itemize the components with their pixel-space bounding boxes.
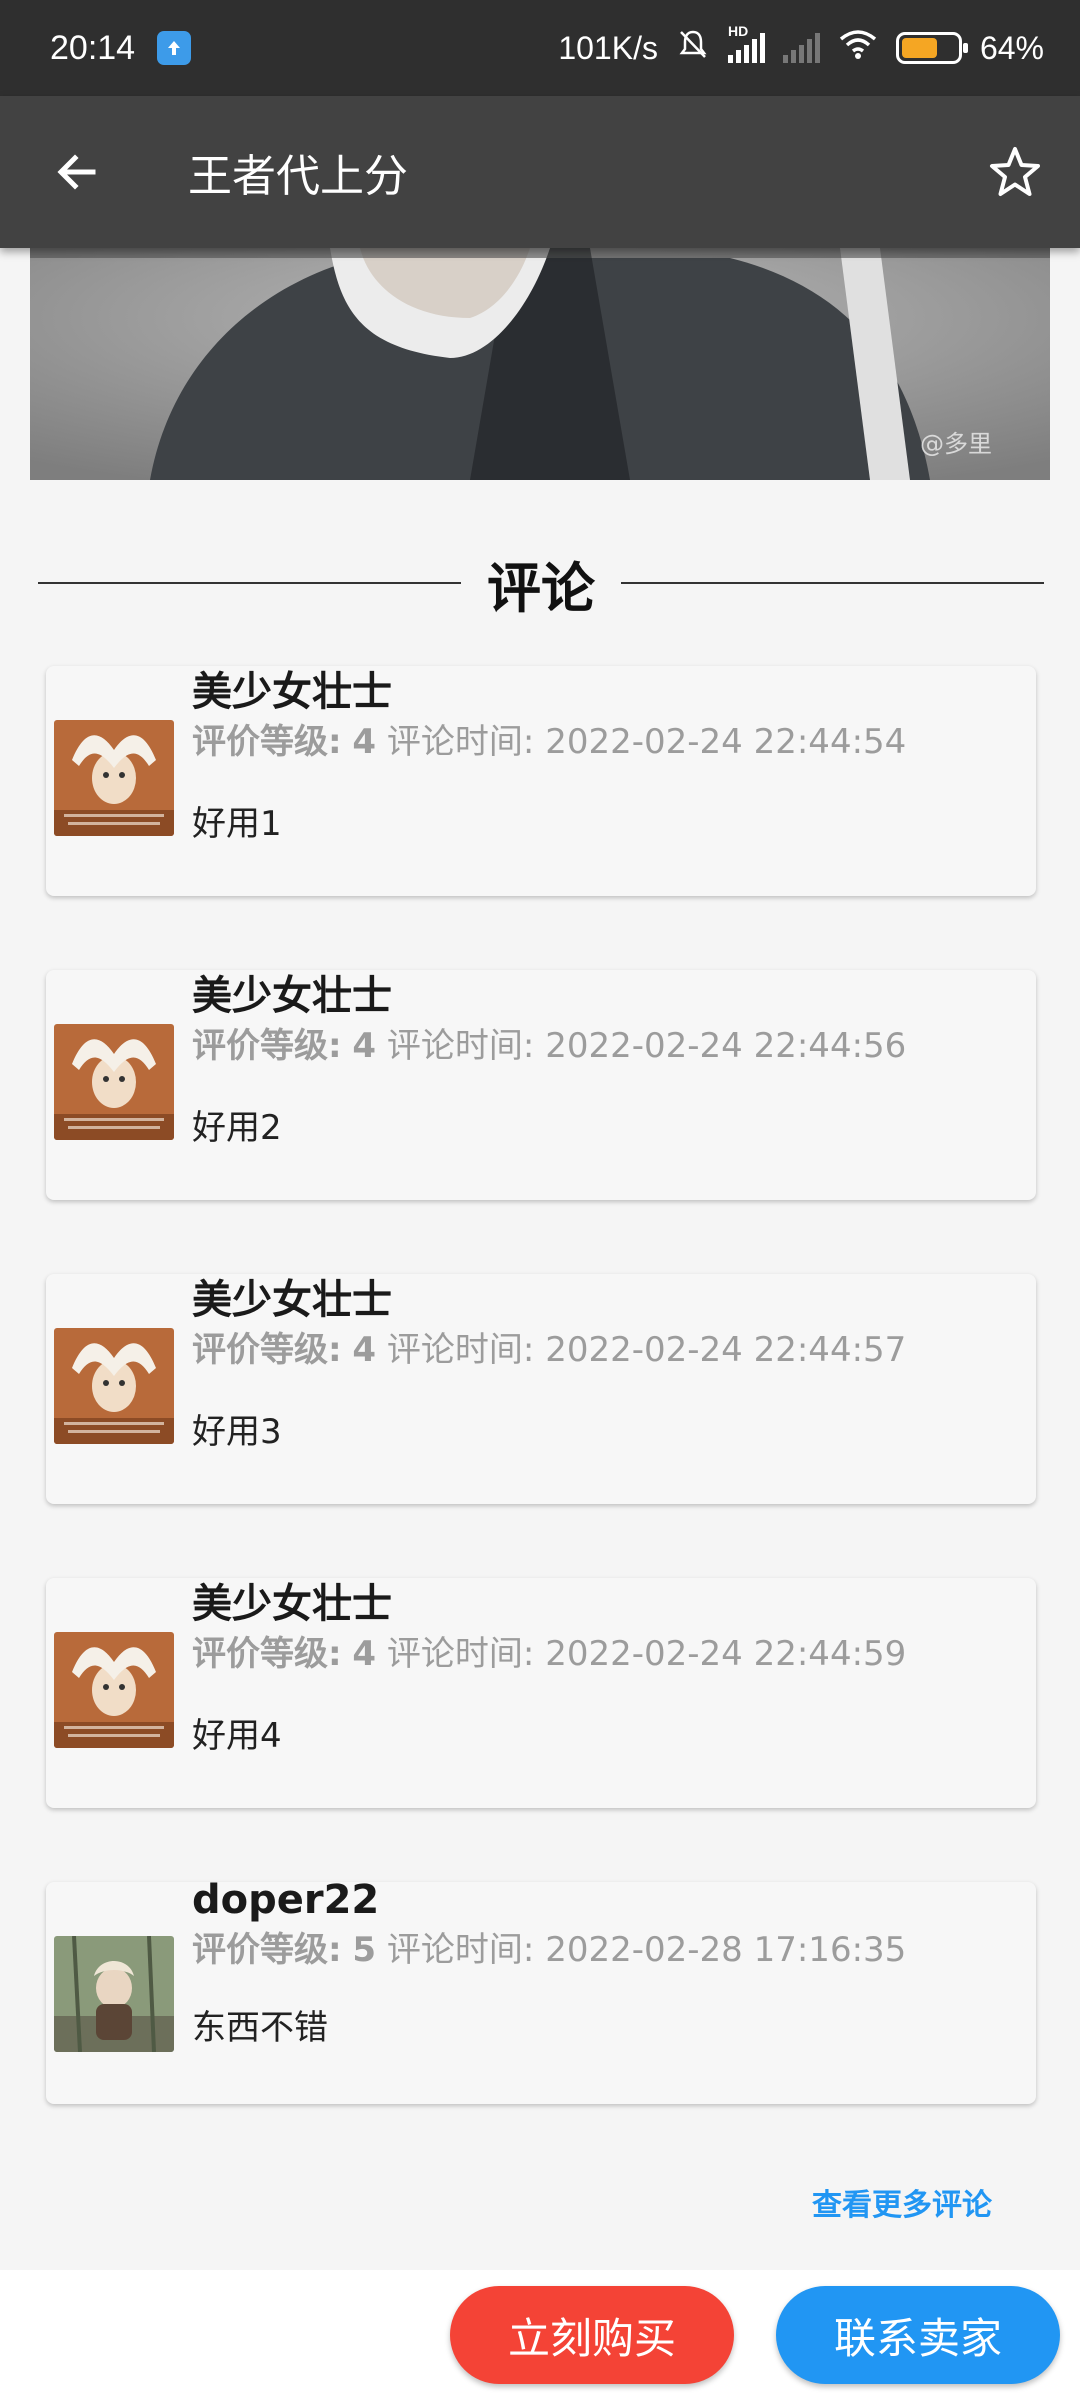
rating-label: 评价等级: [192, 722, 342, 762]
network-type-label: HD [727, 23, 749, 39]
rating-label: 评价等级: [192, 1634, 342, 1674]
comments-section-heading: 评论 [38, 548, 1044, 620]
rating-value: 5 [352, 1930, 377, 1970]
comment-text: 好用4 [192, 1716, 282, 1756]
comment-card: 美少女壮士 评价等级: 4 评论时间: 2022-02-24 22:44:57 好用… [46, 1274, 1036, 1504]
rating-value: 4 [352, 1634, 377, 1674]
product-image: @多里 [30, 248, 1050, 480]
mute-bell-icon [676, 27, 710, 69]
avatar [54, 1936, 174, 2052]
view-more-comments-link[interactable]: 查看更多评论 [812, 2180, 992, 2224]
buy-now-button[interactable]: 立刻购买 [450, 2286, 734, 2384]
comment-text: 好用1 [192, 804, 282, 844]
rating-value: 4 [352, 1026, 377, 1066]
comment-username: doper22 [192, 1877, 380, 1923]
favorite-button[interactable] [970, 127, 1060, 217]
app-bar: 王者代上分 [0, 96, 1080, 248]
battery-percent: 64% [979, 29, 1044, 66]
comment-text: 东西不错 [192, 2008, 328, 2048]
comment-text: 好用3 [192, 1412, 282, 1452]
comment-card: 美少女壮士 评价等级: 4 评论时间: 2022-02-24 22:44:59 好用… [46, 1578, 1036, 1808]
arrow-back-icon [57, 154, 96, 190]
comment-meta: 评价等级: 5 评论时间: 2022-02-28 17:16:35 [192, 1926, 1016, 1974]
comment-time: 2022-02-28 17:16:35 [545, 1930, 907, 1970]
avatar [54, 720, 174, 836]
comment-card: doper22 评价等级: 5 评论时间: 2022-02-28 17:16:35… [46, 1877, 1036, 2104]
comment-time: 2022-02-24 22:44:57 [545, 1330, 907, 1370]
network-speed: 101K/s [558, 29, 658, 66]
time-label: 评论时间: [386, 1634, 535, 1674]
comment-time: 2022-02-24 22:44:56 [545, 1026, 907, 1066]
rating-value: 4 [352, 1330, 377, 1370]
signal-dim-icon [782, 33, 820, 63]
comment-username: 美少女壮士 [192, 1277, 392, 1323]
avatar [54, 1328, 174, 1444]
comment-card: 美少女壮士 评价等级: 4 评论时间: 2022-02-24 22:44:56 好用… [46, 970, 1036, 1200]
svg-text:@多里: @多里 [920, 430, 992, 458]
upload-app-icon [157, 31, 192, 65]
rating-label: 评价等级: [192, 1930, 342, 1970]
time-label: 评论时间: [386, 1930, 535, 1970]
page-title: 王者代上分 [188, 151, 408, 202]
battery-icon [895, 32, 968, 64]
comment-time: 2022-02-24 22:44:59 [545, 1634, 907, 1674]
time-label: 评论时间: [386, 1026, 535, 1066]
rating-label: 评价等级: [192, 1330, 342, 1370]
status-time: 20:14 [50, 28, 136, 67]
status-bar: 20:14 101K/s HD 64% [0, 0, 1080, 96]
signal-icon: HD [727, 23, 765, 63]
comment-card: 美少女壮士 评价等级: 4 评论时间: 2022-02-24 22:44:54 好用… [46, 666, 1036, 896]
avatar [54, 1632, 174, 1748]
comment-username: 美少女壮士 [192, 1581, 392, 1627]
rating-label: 评价等级: [192, 1026, 342, 1066]
comment-meta: 评价等级: 4 评论时间: 2022-02-24 22:44:57 [192, 1326, 1016, 1374]
comment-meta: 评价等级: 4 评论时间: 2022-02-24 22:44:59 [192, 1630, 1016, 1678]
comment-meta: 评价等级: 4 评论时间: 2022-02-24 22:44:56 [192, 1022, 1016, 1070]
time-label: 评论时间: [386, 1330, 535, 1370]
comment-meta: 评价等级: 4 评论时间: 2022-02-24 22:44:54 [192, 718, 1016, 766]
wifi-icon [838, 28, 878, 68]
time-label: 评论时间: [386, 722, 535, 762]
contact-seller-button[interactable]: 联系卖家 [776, 2286, 1060, 2384]
comment-time: 2022-02-24 22:44:54 [545, 722, 907, 762]
divider-left [38, 582, 461, 584]
comment-username: 美少女壮士 [192, 669, 392, 715]
back-button[interactable] [32, 127, 122, 217]
comment-text: 好用2 [192, 1108, 282, 1148]
comments-title: 评论 [487, 556, 595, 620]
comment-username: 美少女壮士 [192, 973, 392, 1019]
rating-value: 4 [352, 722, 377, 762]
avatar [54, 1024, 174, 1140]
divider-right [621, 582, 1044, 584]
star-outline-icon [990, 147, 1040, 196]
